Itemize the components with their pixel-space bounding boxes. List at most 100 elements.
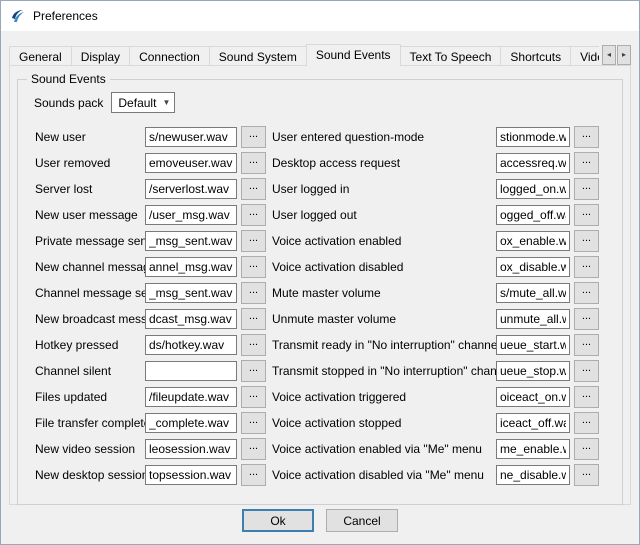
- browse-button[interactable]: ...: [241, 308, 266, 330]
- sound-event-input[interactable]: [496, 309, 570, 329]
- row-mute-master-volume: Mute master volume ...: [272, 280, 612, 306]
- browse-button[interactable]: ...: [241, 178, 266, 200]
- browse-button[interactable]: ...: [241, 412, 266, 434]
- browse-button[interactable]: ...: [241, 126, 266, 148]
- browse-button[interactable]: ...: [574, 126, 599, 148]
- browse-button[interactable]: ...: [241, 256, 266, 278]
- sound-event-input[interactable]: [145, 413, 237, 433]
- sound-event-label: Mute master volume: [272, 286, 496, 300]
- sound-event-input[interactable]: [496, 387, 570, 407]
- browse-button[interactable]: ...: [241, 386, 266, 408]
- row-new-desktop-session: New desktop session ...: [35, 462, 281, 488]
- sound-event-label: Voice activation stopped: [272, 416, 496, 430]
- browse-button[interactable]: ...: [241, 230, 266, 252]
- row-channel-silent: Channel silent ...: [35, 358, 281, 384]
- sound-event-input[interactable]: [145, 283, 237, 303]
- sound-event-label: File transfer complete: [35, 416, 145, 430]
- sound-event-input[interactable]: [145, 335, 237, 355]
- tab-connection[interactable]: Connection: [129, 46, 210, 66]
- browse-button[interactable]: ...: [241, 360, 266, 382]
- row-channel-message-sent: Channel message sent ...: [35, 280, 281, 306]
- sound-event-label: Files updated: [35, 390, 145, 404]
- tab-display[interactable]: Display: [71, 46, 130, 66]
- sound-event-input[interactable]: [145, 179, 237, 199]
- row-private-message-sent: Private message sent ...: [35, 228, 281, 254]
- sound-event-input[interactable]: [496, 335, 570, 355]
- sound-event-input[interactable]: [496, 439, 570, 459]
- browse-button[interactable]: ...: [241, 282, 266, 304]
- row-voice-activation-triggered: Voice activation triggered ...: [272, 384, 612, 410]
- sound-event-input[interactable]: [496, 179, 570, 199]
- sound-event-input[interactable]: [496, 257, 570, 277]
- sound-event-label: Voice activation enabled: [272, 234, 496, 248]
- browse-button[interactable]: ...: [241, 334, 266, 356]
- browse-button[interactable]: ...: [574, 386, 599, 408]
- row-hotkey-pressed: Hotkey pressed ...: [35, 332, 281, 358]
- sound-event-input[interactable]: [145, 439, 237, 459]
- sounds-pack-select[interactable]: Default ▼: [111, 92, 175, 113]
- browse-button[interactable]: ...: [241, 464, 266, 486]
- sound-event-input[interactable]: [145, 205, 237, 225]
- sound-event-label: Voice activation disabled via "Me" menu: [272, 468, 496, 482]
- row-voice-activation-disabled-me-menu: Voice activation disabled via "Me" menu …: [272, 462, 612, 488]
- tab-scroll-right-icon[interactable]: ▸: [617, 45, 631, 65]
- sound-event-input[interactable]: [496, 153, 570, 173]
- sound-event-label: New video session: [35, 442, 145, 456]
- sound-event-input[interactable]: [145, 361, 237, 381]
- tab-text-to-speech[interactable]: Text To Speech: [400, 46, 502, 66]
- sound-event-input[interactable]: [496, 231, 570, 251]
- tab-general[interactable]: General: [9, 46, 72, 66]
- browse-button[interactable]: ...: [574, 282, 599, 304]
- sound-event-input[interactable]: [496, 413, 570, 433]
- browse-button[interactable]: ...: [574, 204, 599, 226]
- ok-button[interactable]: Ok: [242, 509, 314, 532]
- sound-event-label: New channel message: [35, 260, 145, 274]
- browse-button[interactable]: ...: [574, 464, 599, 486]
- browse-button[interactable]: ...: [574, 230, 599, 252]
- sound-event-input[interactable]: [496, 283, 570, 303]
- sound-event-input[interactable]: [145, 465, 237, 485]
- sound-event-input[interactable]: [496, 205, 570, 225]
- cancel-button[interactable]: Cancel: [326, 509, 398, 532]
- row-new-channel-message: New channel message ...: [35, 254, 281, 280]
- sound-event-input[interactable]: [145, 309, 237, 329]
- tab-shortcuts[interactable]: Shortcuts: [500, 46, 571, 66]
- sound-event-label: New desktop session: [35, 468, 145, 482]
- browse-button[interactable]: ...: [574, 412, 599, 434]
- browse-button[interactable]: ...: [241, 152, 266, 174]
- row-desktop-access-request: Desktop access request ...: [272, 150, 612, 176]
- tab-scroll-left-icon[interactable]: ◂: [602, 45, 616, 65]
- sound-event-input[interactable]: [145, 127, 237, 147]
- browse-button[interactable]: ...: [241, 438, 266, 460]
- row-file-transfer-complete: File transfer complete ...: [35, 410, 281, 436]
- sounds-pack-value: Default: [118, 96, 156, 110]
- browse-button[interactable]: ...: [574, 360, 599, 382]
- browse-button[interactable]: ...: [574, 438, 599, 460]
- browse-button[interactable]: ...: [574, 152, 599, 174]
- row-new-user-message: New user message ...: [35, 202, 281, 228]
- tab-sound-system[interactable]: Sound System: [209, 46, 307, 66]
- sound-event-label: Channel message sent: [35, 286, 145, 300]
- row-new-video-session: New video session ...: [35, 436, 281, 462]
- sound-event-input[interactable]: [145, 387, 237, 407]
- chevron-down-icon: ▼: [162, 98, 170, 107]
- sound-event-label: Voice activation triggered: [272, 390, 496, 404]
- sound-event-input[interactable]: [496, 127, 570, 147]
- preferences-dialog: Preferences General Display Connection S…: [0, 0, 640, 545]
- tab-sound-events[interactable]: Sound Events: [306, 44, 401, 66]
- browse-button[interactable]: ...: [574, 334, 599, 356]
- sounds-pack-row: Sounds pack Default ▼: [34, 92, 175, 113]
- sound-event-label: New user: [35, 130, 145, 144]
- sound-event-input[interactable]: [145, 153, 237, 173]
- browse-button[interactable]: ...: [241, 204, 266, 226]
- row-user-logged-out: User logged out ...: [272, 202, 612, 228]
- sound-events-right-column: User entered question-mode ... Desktop a…: [272, 124, 612, 488]
- browse-button[interactable]: ...: [574, 308, 599, 330]
- sound-event-input[interactable]: [496, 465, 570, 485]
- browse-button[interactable]: ...: [574, 178, 599, 200]
- browse-button[interactable]: ...: [574, 256, 599, 278]
- row-user-logged-in: User logged in ...: [272, 176, 612, 202]
- sound-event-input[interactable]: [145, 231, 237, 251]
- sound-event-input[interactable]: [145, 257, 237, 277]
- sound-event-input[interactable]: [496, 361, 570, 381]
